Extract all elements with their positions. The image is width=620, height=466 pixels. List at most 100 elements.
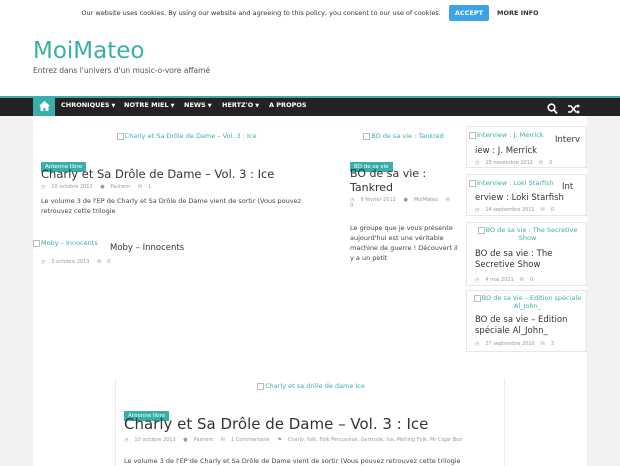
post-date[interactable]: 10 octobre 2013 bbox=[51, 184, 92, 190]
user-icon: ● bbox=[183, 437, 188, 443]
image-placeholder-icon bbox=[477, 226, 485, 234]
post-date[interactable]: 9 février 2012 bbox=[360, 197, 395, 203]
post-excerpt: Le volume 3 de l'EP de Charly et Sa Drôl… bbox=[124, 457, 461, 465]
post-meta: ◷ 3 octobre 2013 ✉ 0 bbox=[41, 259, 116, 265]
comment-icon: ✉ bbox=[538, 160, 544, 166]
sidebar-post-title[interactable]: BO de sa vie : The Secretive Show bbox=[475, 249, 585, 271]
main-post-title[interactable]: Charly et Sa Drôle de Dame – Vol. 3 : Ic… bbox=[124, 415, 428, 433]
moby-post-title[interactable]: Moby – Innocents bbox=[110, 243, 184, 253]
clock-icon: ◷ bbox=[475, 277, 480, 283]
image-alt-text: BO de sa vie : The Secretive Show bbox=[485, 226, 578, 242]
post-author[interactable]: Pashem bbox=[194, 437, 214, 443]
post-comments[interactable]: 1 bbox=[148, 184, 151, 190]
site-title[interactable]: MoiMateo bbox=[33, 38, 145, 64]
post-comments[interactable]: 0 bbox=[350, 203, 353, 209]
image-placeholder-icon bbox=[363, 132, 371, 140]
nav-item-hertzo[interactable]: HERTZ'O ▼ bbox=[222, 101, 259, 109]
sidebar-post-title[interactable]: iew : J. Merrick bbox=[475, 146, 537, 157]
chevron-down-icon: ▼ bbox=[255, 103, 260, 109]
comment-icon: ✉ bbox=[445, 197, 450, 203]
image-alt-text: BO de sa vie : Tankred bbox=[371, 132, 444, 140]
moby-post-image[interactable]: Moby – Innocents bbox=[33, 239, 98, 247]
main-post: Charly et sa drôle de dame Ice Antenne l… bbox=[115, 378, 505, 466]
post-author[interactable]: Pashem bbox=[111, 184, 131, 190]
chevron-down-icon: ▼ bbox=[207, 103, 212, 109]
nav-item-news[interactable]: NEWS ▼ bbox=[184, 101, 212, 109]
nav-item-label: HERTZ'O bbox=[222, 101, 254, 109]
sidebar-post-image[interactable]: BO de sa vie – Edition spéciale Al_John_ bbox=[469, 294, 586, 310]
sidebar-post-merrick: Interview : J. Merrick Interv iew : J. M… bbox=[466, 126, 587, 168]
sidebar-post-image[interactable]: Interview : J. Merrick bbox=[469, 131, 544, 139]
post-comments[interactable]: 0 bbox=[551, 207, 554, 213]
post-author[interactable]: MoiMateo bbox=[414, 197, 438, 203]
post-meta: ◷ 9 février 2012 ● MoiMateo ✉0 bbox=[350, 197, 462, 209]
tankred-post-title[interactable]: BO de sa vie : Tankred bbox=[350, 167, 460, 196]
nav-item-chroniques[interactable]: CHRONIQUES ▼ bbox=[61, 101, 115, 109]
nav-item-notre-miel[interactable]: NOTRE MIEL ▼ bbox=[124, 101, 174, 109]
sidebar-post-image[interactable]: BO de sa vie : The Secretive Show bbox=[469, 226, 586, 242]
nav-item-label: A PROPOS bbox=[269, 101, 307, 109]
post-date[interactable]: 27 septembre 2010 bbox=[485, 341, 534, 347]
post-meta: ◷ 10 octobre 2013 ● Pashem ✉ 1 bbox=[41, 184, 157, 190]
image-alt-text: Interview : Loki Starfish bbox=[477, 179, 554, 187]
image-alt-text: Moby – Innocents bbox=[41, 239, 98, 247]
clock-icon: ◷ bbox=[475, 160, 480, 166]
content-area: Charly et Sa Drôle de Dame – Vol. 3 : Ic… bbox=[33, 116, 587, 466]
post-date[interactable]: 3 octobre 2013 bbox=[51, 259, 89, 265]
comment-icon: ✉ bbox=[220, 437, 226, 443]
nav-item-a-propos[interactable]: A PROPOS bbox=[269, 101, 307, 109]
comment-icon: ✉ bbox=[540, 207, 545, 213]
image-placeholder-icon bbox=[469, 131, 476, 139]
tag-icon: ⚑ bbox=[277, 437, 282, 443]
post-tags[interactable]: Charly, folk, Folk Percussive, Gertrude,… bbox=[288, 437, 462, 443]
moby-post-card: Moby – Innocents Moby – Innocents ◷ 3 oct… bbox=[33, 234, 340, 269]
site-description: Entrez dans l'univers d'un music-o-vore … bbox=[33, 66, 211, 75]
clock-icon: ◷ bbox=[475, 341, 480, 347]
post-comments[interactable]: 3 bbox=[551, 341, 554, 347]
image-placeholder-icon bbox=[33, 239, 40, 247]
post-date[interactable]: 4 mai 2011 bbox=[485, 277, 513, 283]
sidebar-post-secretive-show: BO de sa vie : The Secretive Show BO de … bbox=[466, 222, 587, 286]
sidebar-post-title[interactable]: erview : Loki Starfish bbox=[475, 193, 564, 204]
image-placeholder-icon bbox=[116, 132, 124, 140]
tankred-post-card: BO de sa vie : Tankred BO de sa vie BO d… bbox=[345, 126, 462, 269]
chevron-down-icon: ▼ bbox=[111, 103, 116, 109]
image-alt-text: Charly et Sa Drôle de Dame – Vol. 3 : Ic… bbox=[124, 132, 257, 140]
post-meta: ◷ 15 novembre 2011 ✉ 0 bbox=[475, 160, 558, 166]
nav-item-label: CHRONIQUES bbox=[61, 101, 110, 109]
sidebar-post-loki: Interview : Loki Starfish Int erview : L… bbox=[466, 174, 587, 216]
post-excerpt: Le volume 3 de l'EP de Charly et Sa Drôl… bbox=[41, 197, 301, 216]
clock-icon: ◷ bbox=[41, 184, 46, 190]
clock-icon: ◷ bbox=[475, 207, 480, 213]
image-alt-text: BO de sa vie – Edition spéciale Al_John_ bbox=[481, 294, 582, 310]
post-date[interactable]: 14 septembre 2011 bbox=[485, 207, 534, 213]
post-meta: ◷ 14 septembre 2011 ✉ 0 bbox=[475, 207, 560, 213]
site-header: MoiMateo Entrez dans l'univers d'un musi… bbox=[0, 26, 620, 96]
post-meta: ◷ 10 octobre 2013 ● Pashem ✉ 1 Commentaire … bbox=[124, 437, 504, 443]
featured-post-title[interactable]: Charly et Sa Drôle de Dame – Vol. 3 : Ic… bbox=[41, 167, 274, 181]
image-alt-text: Interview : J. Merrick bbox=[477, 131, 544, 139]
post-date[interactable]: 10 octobre 2013 bbox=[134, 437, 175, 443]
featured-post-card: Charly et Sa Drôle de Dame – Vol. 3 : Ic… bbox=[33, 126, 340, 231]
sidebar-post-title[interactable]: BO de sa vie – Edition spéciale Al_John_ bbox=[475, 315, 585, 337]
post-comments[interactable]: 0 bbox=[530, 277, 533, 283]
sidebar-post-image[interactable]: Interview : Loki Starfish bbox=[469, 179, 554, 187]
post-comments[interactable]: 1 Commentaire bbox=[231, 437, 270, 443]
image-placeholder-icon bbox=[257, 382, 265, 390]
main-post-image[interactable]: Charly et sa drôle de dame Ice bbox=[116, 382, 506, 390]
featured-post-image[interactable]: Charly et Sa Drôle de Dame – Vol. 3 : Ic… bbox=[33, 132, 340, 140]
clock-icon: ◷ bbox=[41, 259, 46, 265]
home-icon[interactable] bbox=[33, 96, 55, 116]
cookie-accept-button[interactable]: ACCEPT bbox=[448, 5, 490, 21]
post-date[interactable]: 15 novembre 2011 bbox=[485, 160, 533, 166]
cookie-message: Our website uses cookies. By using our w… bbox=[81, 9, 441, 17]
cookie-more-info-link[interactable]: MORE INFO bbox=[497, 9, 539, 17]
sidebar-post-title-part[interactable]: Int bbox=[562, 182, 573, 193]
post-comments[interactable]: 0 bbox=[549, 160, 552, 166]
sidebar-post-title-part[interactable]: Interv bbox=[555, 135, 580, 146]
user-icon: ● bbox=[100, 184, 105, 190]
image-alt-text: Charly et sa drôle de dame Ice bbox=[265, 382, 365, 390]
image-placeholder-icon bbox=[473, 294, 481, 302]
tankred-post-image[interactable]: BO de sa vie : Tankred bbox=[345, 132, 462, 140]
post-comments[interactable]: 0 bbox=[107, 259, 110, 265]
